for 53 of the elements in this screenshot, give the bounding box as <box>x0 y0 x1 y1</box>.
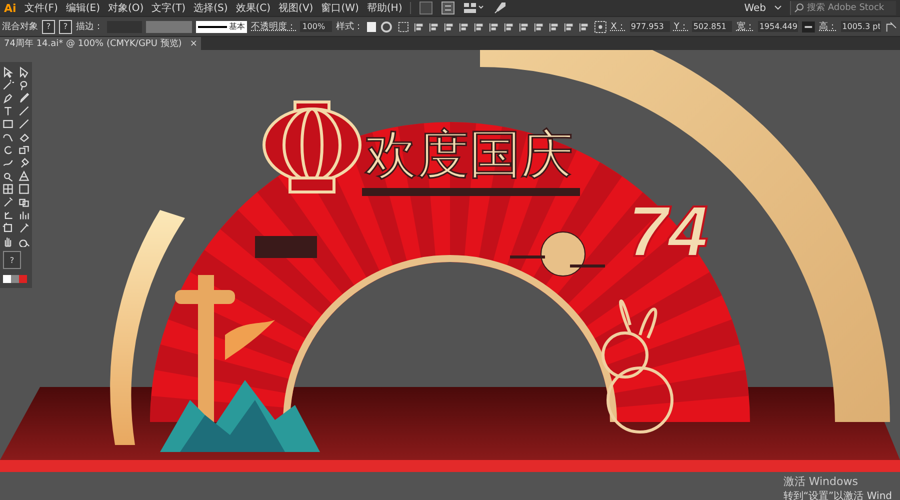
menu-item[interactable]: 文字(T) <box>152 1 186 15</box>
align-icon[interactable] <box>488 20 500 32</box>
align-icon[interactable] <box>444 20 455 32</box>
opacity-label[interactable]: 不透明度： <box>251 20 296 33</box>
align-icon[interactable] <box>564 20 575 32</box>
coordinate-label: 宽： <box>736 20 754 33</box>
caret-icon[interactable] <box>774 5 782 11</box>
transform-icon[interactable] <box>885 20 898 34</box>
coordinate-label: 高： <box>819 20 838 33</box>
coordinate-field[interactable]: 1954.449 <box>758 21 798 32</box>
coordinate-label: Y： <box>674 21 688 33</box>
selection-type-label: 混合对象 <box>2 20 38 33</box>
align-icon[interactable] <box>548 20 560 32</box>
align-to-icon[interactable] <box>397 20 410 34</box>
search-icon <box>794 3 804 13</box>
transform-grid-icon[interactable] <box>594 20 607 34</box>
menu-item[interactable]: 选择(S) <box>194 1 228 15</box>
layout-grid-icon[interactable] <box>463 2 486 14</box>
align-icon[interactable] <box>428 20 440 32</box>
menu-item[interactable]: 视图(V) <box>278 1 314 15</box>
fill-swatch[interactable]: ? <box>42 20 55 34</box>
align-icon[interactable] <box>534 20 545 32</box>
color-mode-icons[interactable] <box>3 275 27 283</box>
menu-item[interactable]: 对象(O) <box>108 1 144 15</box>
link-icon[interactable] <box>802 20 816 32</box>
menu-item[interactable]: 窗口(W) <box>321 1 359 15</box>
menu-item[interactable]: 效果(C) <box>236 1 271 15</box>
workspace-switcher[interactable]: Web <box>744 2 766 14</box>
align-icon[interactable] <box>458 20 470 32</box>
coordinate-field[interactable]: 502.851 <box>692 21 732 32</box>
document-tab[interactable]: 74周年 14.ai* @ 100% (CMYK/GPU 预览) × <box>0 37 202 50</box>
graphic-style-swatch[interactable] <box>367 22 376 32</box>
headline-text: 欢度国庆 <box>365 125 573 185</box>
menu-item[interactable]: 编辑(E) <box>66 1 100 15</box>
align-icon[interactable] <box>518 20 530 32</box>
align-icon[interactable] <box>414 20 425 32</box>
coordinate-field[interactable]: 977.953 <box>630 21 670 32</box>
align-icon[interactable] <box>578 20 590 32</box>
align-icon[interactable] <box>474 20 485 32</box>
align-icon[interactable] <box>504 20 515 32</box>
brush-style-dropdown[interactable]: 基本 <box>196 20 248 32</box>
stroke-swatch[interactable]: ? <box>58 20 72 34</box>
style-label: 样式： <box>336 20 364 33</box>
fill-stroke-swatches[interactable]: ? <box>3 251 21 269</box>
menu-item[interactable]: 文件(F) <box>24 1 58 15</box>
app-logo: Ai <box>4 2 16 14</box>
close-tab-button[interactable]: × <box>190 38 198 48</box>
activation-title: 激活 Windows <box>783 474 858 489</box>
rectangle-tool-icon[interactable] <box>0 117 16 130</box>
opacity-field[interactable]: 100% <box>300 21 332 32</box>
menu-item[interactable]: 帮助(H) <box>366 1 402 15</box>
stroke-label: 描边： <box>76 20 103 33</box>
coordinate-label: X： <box>610 21 626 33</box>
